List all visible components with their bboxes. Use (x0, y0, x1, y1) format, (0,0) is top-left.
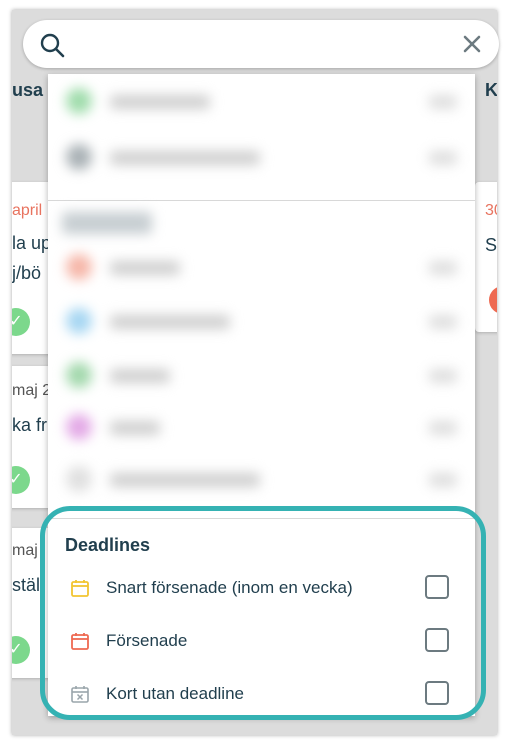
deadline-option-no-deadline[interactable]: Kort utan deadline (48, 673, 475, 715)
deadline-option-label: Snart försenade (inom en vecka) (106, 578, 353, 597)
close-icon[interactable] (461, 33, 483, 55)
check-badge-icon: ✓ (12, 466, 30, 494)
deadline-option-soon-late[interactable]: Snart försenade (inom en vecka) (48, 567, 475, 609)
search-icon (40, 33, 65, 58)
left-column-header: usa (12, 80, 44, 100)
calendar-red-icon (71, 633, 89, 650)
redacted-result-row[interactable] (48, 350, 475, 402)
card-title-line: stäl (12, 575, 41, 595)
right-column-header: K (485, 80, 497, 100)
redacted-result-row[interactable] (48, 242, 475, 294)
card-title-line: j/bö (12, 263, 42, 283)
deadline-option-label: Försenade (106, 631, 188, 650)
card-date: maj 2 (12, 382, 52, 399)
redacted-result-row[interactable] (48, 454, 475, 506)
deadline-checkbox[interactable] (425, 575, 449, 599)
deadlines-heading: Deadlines (65, 535, 151, 555)
check-badge-icon: ✓ (12, 308, 30, 336)
deadline-option-label: Kort utan deadline (106, 684, 244, 703)
redacted-result-row[interactable] (48, 402, 475, 454)
card-date: april (12, 202, 43, 219)
calendar-yellow-icon (71, 580, 89, 597)
divider (48, 200, 475, 201)
card-date: maj (12, 542, 38, 559)
search-input[interactable] (79, 28, 449, 60)
user-badge-icon (489, 286, 497, 314)
divider (48, 518, 475, 519)
redacted-result-row[interactable] (48, 296, 475, 348)
redacted-result-row[interactable] (48, 132, 475, 184)
redacted-section-heading (48, 204, 475, 244)
right-card[interactable]: 30 S (475, 182, 497, 332)
check-badge-icon: ✓ (12, 636, 30, 664)
card-title-line: S (485, 235, 497, 255)
card-title-line: la up (12, 233, 52, 253)
deadline-option-late[interactable]: Försenade (48, 620, 475, 662)
search-bar[interactable] (23, 20, 499, 68)
redacted-result-row[interactable] (48, 76, 475, 128)
card-title-line: ka fr (12, 415, 48, 435)
card-date: 30 (485, 202, 497, 219)
deadline-checkbox[interactable] (425, 628, 449, 652)
deadline-checkbox[interactable] (425, 681, 449, 705)
calendar-x-icon (71, 686, 89, 703)
